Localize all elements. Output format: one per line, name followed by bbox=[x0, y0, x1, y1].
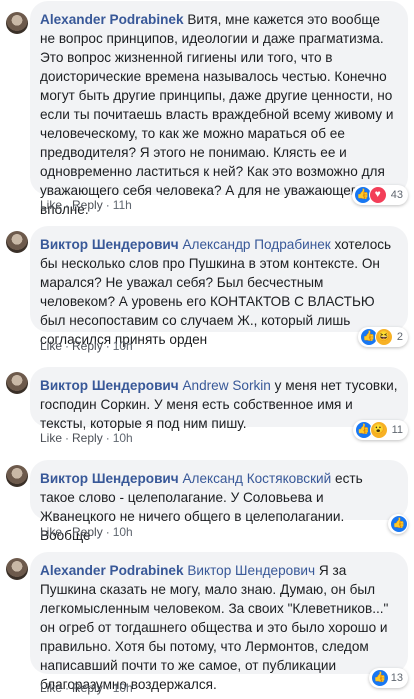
comment-bubble: Виктор Шендерович Александ Костяковский … bbox=[30, 460, 408, 543]
comment-mention[interactable]: Andrew Sorkin bbox=[182, 378, 270, 393]
comment-mention[interactable]: Александ Костяковский bbox=[182, 471, 331, 486]
avatar[interactable] bbox=[6, 12, 28, 34]
comment-time[interactable]: 10h bbox=[113, 525, 133, 539]
reaction-count: 43 bbox=[390, 189, 403, 201]
comment-time[interactable]: 11h bbox=[113, 198, 132, 212]
reply-link[interactable]: Reply bbox=[72, 339, 103, 353]
comment-author[interactable]: Alexander Podrabinek bbox=[40, 12, 184, 27]
haha-icon: 😆 bbox=[374, 328, 393, 346]
comment-bubble: Alexander Podrabinek Витя, мне кажется э… bbox=[30, 1, 408, 217]
like-link[interactable]: Like bbox=[40, 681, 62, 695]
comment-author[interactable]: Виктор Шендерович bbox=[40, 471, 179, 486]
comment-actions: Like · Reply · 10h bbox=[40, 339, 133, 353]
comment-time[interactable]: 10h bbox=[113, 681, 133, 695]
reply-link[interactable]: Reply bbox=[72, 681, 103, 695]
reaction-summary[interactable]: 👍 😆 2 bbox=[357, 327, 408, 347]
comment-author[interactable]: Alexander Podrabinek bbox=[40, 563, 184, 578]
reaction-summary[interactable]: 👍 ♥ 43 bbox=[351, 185, 408, 205]
comment-actions: Like · Reply · 10h bbox=[40, 525, 133, 539]
comment-bubble: Виктор Шендерович Andrew Sorkin у меня н… bbox=[30, 367, 408, 431]
comment-bubble: Виктор Шендерович Александр Подрабинек х… bbox=[30, 226, 408, 347]
comment-actions: Like · Reply · 11h bbox=[40, 198, 132, 212]
reply-link[interactable]: Reply bbox=[72, 198, 103, 212]
comment-time[interactable]: 10h bbox=[113, 431, 133, 445]
like-link[interactable]: Like bbox=[40, 431, 62, 445]
reply-link[interactable]: Reply bbox=[72, 431, 103, 445]
reaction-summary[interactable]: 👍 😮 11 bbox=[352, 420, 408, 440]
avatar[interactable] bbox=[6, 558, 28, 580]
comment-mention[interactable]: Александр Подрабинек bbox=[182, 237, 330, 252]
comment-time[interactable]: 10h bbox=[113, 339, 133, 353]
comment-author[interactable]: Виктор Шендерович bbox=[40, 378, 179, 393]
reaction-summary[interactable]: 👍 bbox=[388, 514, 408, 534]
avatar[interactable] bbox=[6, 372, 28, 394]
like-link[interactable]: Like bbox=[40, 525, 62, 539]
love-icon: ♥ bbox=[368, 186, 387, 204]
comment-actions: Like · Reply · 10h bbox=[40, 431, 133, 445]
reply-link[interactable]: Reply bbox=[72, 525, 103, 539]
like-link[interactable]: Like bbox=[40, 339, 62, 353]
wow-icon: 😮 bbox=[369, 421, 388, 439]
reaction-summary[interactable]: 👍 13 bbox=[368, 668, 408, 688]
comment-text: Я за Пушкина сказать не могу, мало знаю.… bbox=[40, 563, 389, 692]
comment-text: Витя, мне кажется это вообще не вопрос п… bbox=[40, 12, 394, 217]
comment-text: хотелось бы несколько слов про Пушкина в… bbox=[40, 237, 392, 347]
comment-author[interactable]: Виктор Шендерович bbox=[40, 237, 179, 252]
like-icon: 👍 bbox=[370, 669, 389, 687]
comment-mention[interactable]: Виктор Шендерович bbox=[187, 563, 315, 578]
avatar[interactable] bbox=[6, 465, 28, 487]
like-link[interactable]: Like bbox=[40, 198, 62, 212]
like-icon: 👍 bbox=[390, 515, 408, 533]
reaction-count: 11 bbox=[391, 424, 403, 436]
comment-bubble: Alexander Podrabinek Виктор Шендерович Я… bbox=[30, 552, 408, 692]
comment-actions: Like · Reply · 10h bbox=[40, 681, 133, 695]
reaction-count: 13 bbox=[390, 672, 403, 684]
reaction-count: 2 bbox=[396, 331, 403, 343]
avatar[interactable] bbox=[6, 231, 28, 253]
